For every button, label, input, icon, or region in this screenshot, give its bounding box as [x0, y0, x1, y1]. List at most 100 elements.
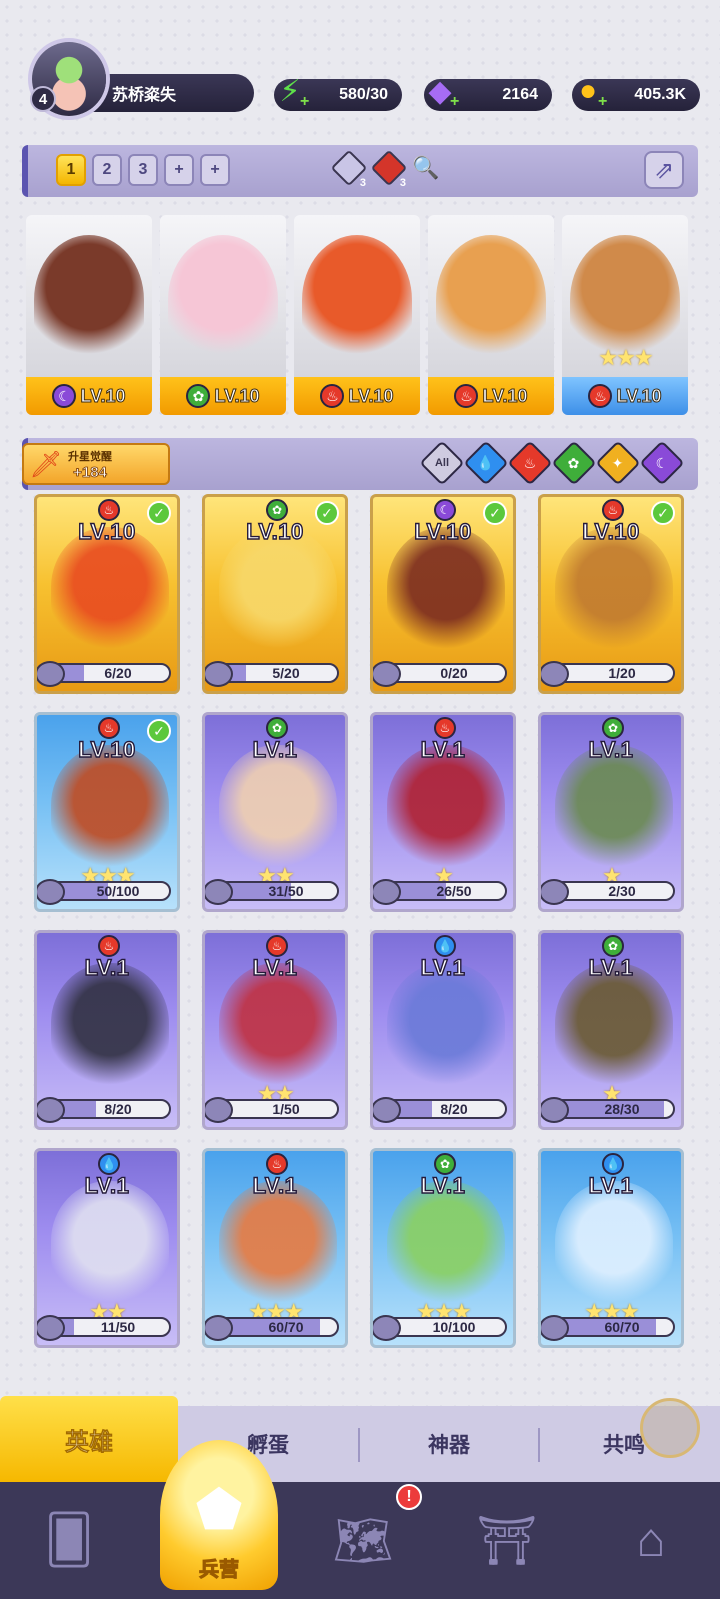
floating-compass-button[interactable]: [640, 1398, 700, 1458]
team-slot-add-2[interactable]: +: [200, 154, 230, 186]
dark-element-icon: ☾: [52, 384, 77, 408]
fire-element-icon: ♨: [98, 499, 120, 521]
hero-portrait: [555, 963, 673, 1088]
shard-icon: [373, 661, 401, 687]
hero-level: LV.1: [84, 954, 130, 980]
hero-level: LV.10: [78, 518, 136, 544]
hero-level: LV.1: [420, 954, 466, 980]
hero-level: LV.1: [252, 736, 298, 762]
energy-counter[interactable]: ⚡ + 580/30: [274, 75, 402, 111]
shard-progress-text: 11/50: [100, 1319, 136, 1335]
shard-progress-text: 26/50: [436, 883, 472, 899]
add-gem-icon[interactable]: +: [450, 93, 459, 111]
shard-progress-text: 5/20: [272, 665, 300, 681]
map-icon[interactable]: 🗺: [318, 1500, 408, 1580]
tab-artifact[interactable]: 神器: [360, 1406, 538, 1482]
team-card[interactable]: ♨ LV.10: [294, 215, 420, 415]
dark-element-icon: ☾: [655, 454, 669, 471]
shard-icon: [37, 879, 65, 905]
shard-progress-text: 1/20: [608, 665, 636, 681]
shard-progress-text: 8/20: [104, 1101, 132, 1117]
hero-card[interactable]: ♨ ✓ LV.10 6/20: [34, 494, 180, 694]
shard-icon: [37, 1097, 65, 1123]
tab-heroes[interactable]: 英雄: [0, 1396, 178, 1482]
fire-element-icon: ♨: [602, 499, 624, 521]
water-element-icon: 💧: [98, 1153, 120, 1175]
gold-counter[interactable]: ● + 405.3K: [572, 74, 700, 111]
hero-card[interactable]: ♨ ✓ LV.10 ★★★ 50/100: [34, 712, 180, 912]
team-selector-bar: 1 2 3 + + 3 3 🔍 ⇗: [22, 145, 698, 197]
team-slot-3[interactable]: 3: [128, 154, 158, 186]
team-card-level: ♨ LV.10: [294, 377, 420, 415]
hero-card[interactable]: ☾ ✓ LV.10 0/20: [370, 494, 516, 694]
shard-icon: [541, 879, 569, 905]
hero-portrait: [387, 963, 505, 1088]
hero-card[interactable]: ♨ LV.1 ★★★ 60/70: [202, 1148, 348, 1348]
team-slot-add-1[interactable]: +: [164, 154, 194, 186]
hero-level: LV.10: [246, 518, 304, 544]
hero-portrait: [555, 745, 673, 870]
hero-card[interactable]: 💧 LV.1 ★★ 11/50: [34, 1148, 180, 1348]
hero-card[interactable]: ✿ LV.1 ★★ 31/50: [202, 712, 348, 912]
hero-card[interactable]: 💧 LV.1 8/20: [370, 930, 516, 1130]
shard-progress-text: 10/100: [432, 1319, 476, 1335]
hero-portrait: [555, 1181, 673, 1306]
fire-element-icon: ♨: [98, 935, 120, 957]
water-element-icon: 💧: [477, 454, 495, 471]
team-card[interactable]: ✿ LV.10: [160, 215, 286, 415]
cards-icon[interactable]: 🂠: [24, 1500, 114, 1580]
player-level-badge: 4: [30, 86, 56, 112]
hero-card[interactable]: ✿ LV.1 ★ 28/30: [538, 930, 684, 1130]
hero-card[interactable]: 💧 LV.1 ★★★ 60/70: [538, 1148, 684, 1348]
hero-portrait: [219, 527, 337, 652]
gem-counter[interactable]: ◆ + 2164: [424, 75, 552, 111]
hero-level: LV.1: [588, 736, 634, 762]
add-gold-icon[interactable]: +: [598, 93, 607, 111]
team-card[interactable]: ☾ LV.10: [26, 215, 152, 415]
shard-icon: [541, 661, 569, 687]
player-name: 苏桥粢失: [90, 74, 254, 112]
water-element-icon: 💧: [434, 935, 456, 957]
hero-card[interactable]: ✿ ✓ LV.10 5/20: [202, 494, 348, 694]
team-card-level: ♨ LV.10: [562, 377, 688, 415]
fire-element-icon: ♨: [454, 384, 479, 408]
hero-portrait: [51, 527, 169, 652]
hero-card[interactable]: ♨ LV.1 ★ 26/50: [370, 712, 516, 912]
hero-level: LV.1: [588, 954, 634, 980]
star-awaken-button[interactable]: 🗡 升星觉醒 +184: [22, 443, 170, 485]
team-slot-2[interactable]: 2: [92, 154, 122, 186]
shard-icon: [205, 1315, 233, 1341]
level-label: LV.10: [348, 385, 394, 406]
magnifier-icon[interactable]: 🔍: [412, 155, 439, 181]
shrine-icon[interactable]: ⛩: [462, 1500, 552, 1580]
hero-portrait: [51, 1181, 169, 1306]
hero-portrait: [219, 745, 337, 870]
team-card[interactable]: ★★★ ♨ LV.10: [562, 215, 688, 415]
light-element-icon: ✦: [612, 454, 624, 471]
hero-level: LV.1: [588, 1172, 634, 1198]
hero-card[interactable]: ♨ LV.1 ★★ 1/50: [202, 930, 348, 1130]
team-card[interactable]: ♨ LV.10: [428, 215, 554, 415]
hero-card[interactable]: ✿ LV.1 ★ 2/30: [538, 712, 684, 912]
hero-card[interactable]: ♨ ✓ LV.10 1/20: [538, 494, 684, 694]
hero-portrait: [302, 235, 412, 365]
shard-icon: [541, 1097, 569, 1123]
nav-barracks[interactable]: ⬟ 兵营: [160, 1440, 278, 1590]
hero-level: LV.1: [420, 736, 466, 762]
hero-card[interactable]: ✿ LV.1 ★★★ 10/100: [370, 1148, 516, 1348]
team-slot-1[interactable]: 1: [56, 154, 86, 186]
share-icon[interactable]: ⇗: [644, 151, 684, 189]
hero-card[interactable]: ♨ LV.1 8/20: [34, 930, 180, 1130]
add-energy-icon[interactable]: +: [300, 93, 309, 111]
fire-element-icon: ♨: [98, 717, 120, 739]
shard-icon: [373, 1097, 401, 1123]
filter-all-label: All: [434, 457, 450, 469]
hero-portrait: [387, 1181, 505, 1306]
nature-element-icon: ✿: [266, 499, 288, 521]
awaken-value: +184: [73, 463, 108, 481]
hero-portrait: [34, 235, 144, 365]
mushroom-house-icon[interactable]: ⌂: [606, 1500, 696, 1580]
shard-progress-text: 60/70: [604, 1319, 640, 1335]
hero-portrait: [555, 527, 673, 652]
sword-icon: 🗡: [29, 448, 63, 479]
